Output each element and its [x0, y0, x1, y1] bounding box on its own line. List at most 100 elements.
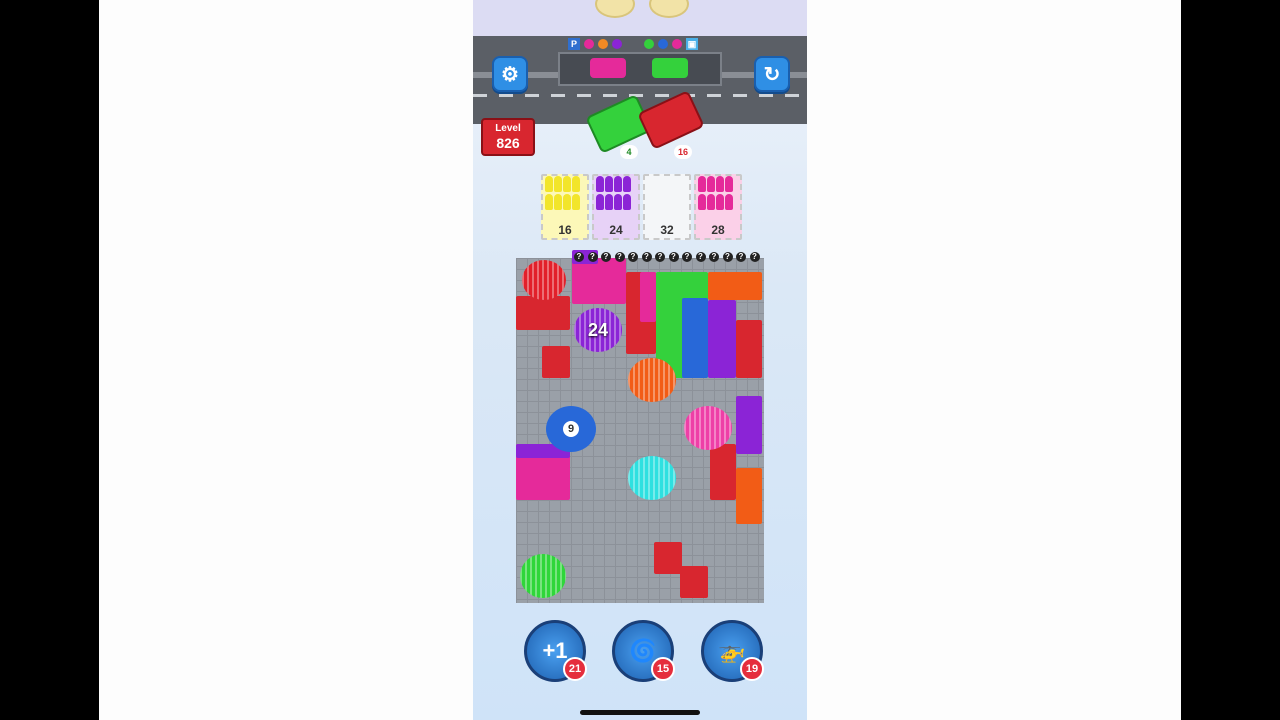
purple-hole-count: 24: [587, 319, 609, 340]
queue-empty[interactable]: 32: [643, 174, 691, 240]
person: [707, 193, 715, 210]
settings-button[interactable]: ⚙: [492, 56, 528, 92]
booster-count: 15: [651, 657, 675, 681]
booster-count: 19: [740, 657, 764, 681]
hidden-person-icon: ?: [587, 252, 598, 262]
bus-icon: ▣: [686, 38, 698, 50]
person: [716, 176, 724, 192]
parking-indicators: P ▣: [568, 36, 698, 52]
hidden-person-icon: ?: [641, 252, 652, 262]
blue-crowd[interactable]: [682, 298, 708, 378]
pink-people: [698, 176, 738, 210]
left-letterbox: [0, 0, 99, 720]
helicopter-booster[interactable]: 🚁 19: [701, 620, 764, 682]
person: [605, 193, 613, 210]
purple-hole[interactable]: 24: [574, 308, 622, 352]
game-screen: P ▣ ⚙ ↻ Level 826 4 16 16 24 32 28 ? ? ?…: [473, 0, 807, 720]
person: [614, 176, 622, 192]
person: [716, 193, 724, 210]
right-letterbox: [1181, 0, 1280, 720]
parked-green-bus: [652, 58, 688, 78]
person: [554, 193, 562, 210]
hidden-person-icon: ?: [695, 252, 706, 262]
restart-icon: ↻: [763, 63, 781, 86]
person: [596, 193, 604, 210]
pink-crowd[interactable]: [640, 272, 656, 322]
yellow-people: [545, 176, 585, 210]
green-bus-count: 4: [620, 145, 638, 159]
gear-icon: ⚙: [501, 63, 519, 86]
person: [572, 193, 580, 210]
bus-dock: [558, 52, 722, 86]
blue-bomb-hole[interactable]: 9: [546, 406, 596, 452]
purple-crowd[interactable]: [736, 396, 762, 454]
level-label: Level: [495, 123, 521, 134]
person: [623, 193, 631, 210]
restart-button[interactable]: ↻: [754, 56, 790, 92]
hidden-person-icon: ?: [628, 252, 638, 262]
purple-people: [596, 176, 636, 210]
add-slot-booster[interactable]: +1 21: [524, 620, 587, 682]
purple-crowd[interactable]: [708, 300, 736, 378]
hidden-person-icon: ?: [668, 252, 679, 262]
hidden-person-icon: ?: [601, 252, 611, 262]
queue-count: 28: [711, 223, 725, 237]
blue-dot-icon: [658, 39, 668, 49]
orange-hole[interactable]: [628, 358, 676, 402]
plus-one-icon: +1: [542, 638, 568, 663]
pink-dot-icon: [584, 39, 594, 49]
red-hole[interactable]: [522, 260, 566, 300]
green-dot-icon: [644, 39, 654, 49]
queue-yellow[interactable]: 16: [541, 174, 589, 240]
person: [545, 176, 553, 192]
person: [545, 193, 553, 210]
home-indicator[interactable]: [580, 710, 700, 715]
booster-count: 21: [563, 657, 587, 681]
top-coin-icon[interactable]: [649, 0, 689, 18]
queue-count: 24: [609, 223, 623, 237]
green-hole[interactable]: [520, 554, 566, 598]
red-crowd[interactable]: [516, 296, 570, 330]
queue-purple[interactable]: 24: [592, 174, 640, 240]
pink-hole[interactable]: [684, 406, 732, 450]
red-crowd[interactable]: [710, 444, 736, 500]
person: [725, 193, 733, 210]
person: [698, 176, 706, 192]
person: [623, 176, 631, 192]
pink-crowd[interactable]: [572, 258, 626, 304]
person: [572, 176, 580, 192]
person: [614, 193, 622, 210]
person: [563, 176, 571, 192]
level-badge: Level 826: [481, 118, 535, 156]
person: [698, 193, 706, 210]
queue-count: 16: [558, 223, 572, 237]
person: [596, 176, 604, 192]
queue-count: 32: [660, 223, 674, 237]
red-crowd[interactable]: [680, 566, 708, 598]
hidden-person-icon: ?: [749, 252, 760, 262]
top-strip: [473, 0, 807, 36]
helicopter-icon: 🚁: [718, 638, 746, 663]
orange-crowd[interactable]: [736, 468, 762, 524]
hidden-person-icon: ?: [574, 252, 584, 262]
person: [605, 176, 613, 192]
person: [725, 176, 733, 192]
hidden-person-icon: ?: [709, 252, 719, 262]
cyan-hole[interactable]: [628, 456, 676, 500]
red-crowd[interactable]: [542, 346, 570, 378]
hidden-person-icon: ?: [722, 252, 733, 262]
orange-dot-icon: [598, 39, 608, 49]
person: [554, 176, 562, 192]
person: [563, 193, 571, 210]
person: [707, 176, 715, 192]
orange-crowd[interactable]: [708, 272, 762, 300]
pink-dot-icon: [672, 39, 682, 49]
queue-pink[interactable]: 28: [694, 174, 742, 240]
parked-pink-bus: [590, 58, 626, 78]
game-board: ?????????????? 24 9: [516, 250, 764, 603]
shuffle-booster[interactable]: 🌀 15: [612, 620, 675, 682]
red-crowd[interactable]: [654, 542, 682, 574]
red-crowd[interactable]: [736, 320, 762, 378]
top-coin-icon[interactable]: [595, 0, 635, 18]
parking-icon: P: [568, 38, 580, 50]
